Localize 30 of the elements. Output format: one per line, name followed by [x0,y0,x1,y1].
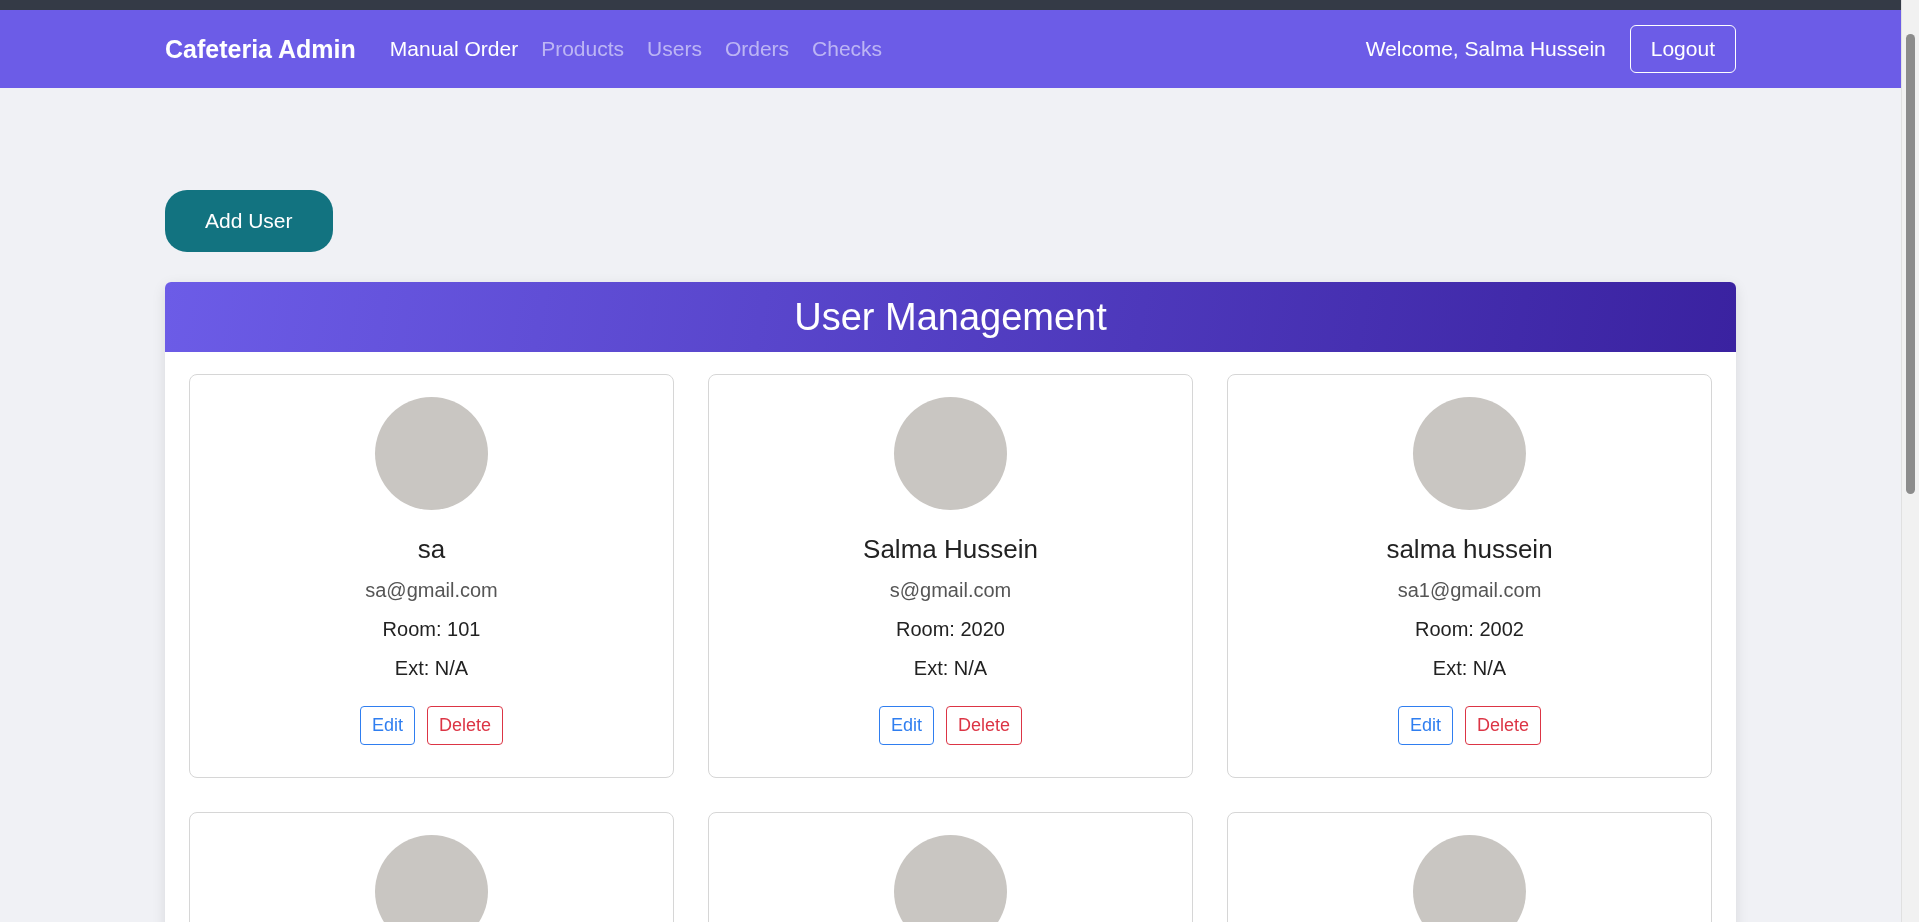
user-name: Salma Hussein [863,534,1038,565]
edit-button[interactable]: Edit [878,706,934,745]
user-email: sa1@gmail.com [1397,579,1542,602]
delete-button[interactable]: Delete [427,706,504,745]
welcome-text: Welcome, Salma Hussein [1365,37,1606,61]
logout-button[interactable]: Logout [1629,25,1736,73]
nav-link[interactable]: Products [541,37,625,61]
nav-link[interactable]: Checks [812,37,883,61]
user-ext: Ext: N/A [394,657,469,680]
user-ext: Ext: N/A [913,657,988,680]
nav-link[interactable]: Orders [724,37,790,61]
edit-button[interactable]: Edit [359,706,415,745]
user-name: salma hussein [1386,534,1553,565]
scrollbar[interactable] [1901,0,1919,922]
user-room: Room: 101 [382,618,481,641]
delete-button[interactable]: Delete [1465,706,1542,745]
edit-button[interactable]: Edit [1397,706,1453,745]
nav-link[interactable]: Users [647,37,702,61]
user-ext: Ext: N/A [1432,657,1507,680]
scrollbar-thumb[interactable] [1906,34,1915,494]
user-name: sa [417,534,446,565]
add-user-button[interactable]: Add User [165,190,333,252]
panel-title: User Management [165,282,1736,352]
user-email: sa@gmail.com [365,579,498,602]
brand-title: Cafeteria Admin [165,34,356,64]
nav-link[interactable]: Manual Order [389,37,519,61]
user-email: s@gmail.com [889,579,1012,602]
user-room: Room: 2020 [896,618,1005,641]
user-room: Room: 2002 [1415,618,1524,641]
delete-button[interactable]: Delete [946,706,1023,745]
